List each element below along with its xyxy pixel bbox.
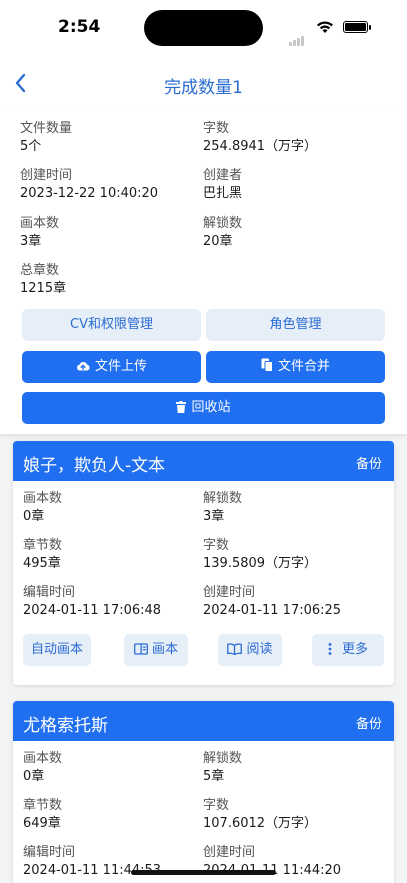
field-value: 0章 (23, 769, 45, 784)
card-field: 创建时间 2024-01-11 17:06:25 (203, 585, 383, 619)
field-value: 254.8941（万字） (203, 139, 318, 154)
field-value: 20章 (203, 234, 233, 249)
dynamic-island (144, 10, 263, 46)
field-label: 画本数 (23, 491, 63, 506)
field-value: 3章 (203, 509, 225, 524)
page-title: 完成数量1 (164, 78, 243, 98)
field-label: 文件数量 (20, 121, 73, 136)
read-button[interactable]: 阅读 (218, 634, 282, 666)
field-label: 画本数 (23, 751, 63, 766)
script-button[interactable]: 画本 (124, 634, 188, 666)
field-value: 649章 (23, 816, 61, 831)
copy-files-icon (261, 358, 273, 372)
card-header: 尤格索托斯 备份 (13, 701, 394, 741)
wifi-icon (317, 21, 333, 33)
card-field: 解锁数 5章 (203, 751, 383, 785)
created-time-field: 创建时间 2023-12-22 10:40:20 (20, 168, 200, 202)
book-card: 娘子，欺负人-文本 备份 画本数 0章 解锁数 3章 章节数 495章 字数 1… (13, 441, 394, 685)
field-value: 139.5809（万字） (203, 556, 318, 571)
role-manage-button[interactable]: 角色管理 (206, 309, 385, 341)
creator-field: 创建者 巴扎黑 (203, 168, 383, 202)
total-chapters-field: 总章数 1215章 (20, 263, 200, 297)
field-label: 字数 (203, 121, 230, 136)
field-value: 2024-01-11 17:06:25 (203, 603, 342, 618)
backup-button[interactable]: 备份 (356, 453, 382, 472)
card-field: 字数 139.5809（万字） (203, 538, 383, 572)
nav-bar: 完成数量1 (0, 58, 407, 108)
field-label: 创建时间 (203, 845, 256, 860)
signal-icon (289, 27, 305, 46)
unlock-count-field: 解锁数 20章 (203, 216, 383, 250)
field-value: 495章 (23, 556, 61, 571)
field-label: 解锁数 (203, 491, 243, 506)
card-field: 画本数 0章 (23, 491, 203, 525)
field-label: 总章数 (20, 263, 60, 278)
file-merge-label: 文件合并 (277, 359, 330, 374)
more-button[interactable]: 更多 (312, 634, 384, 666)
field-label: 字数 (203, 538, 230, 553)
read-label: 阅读 (246, 642, 273, 657)
card-field: 字数 107.6012（万字） (203, 798, 383, 832)
file-merge-button[interactable]: 文件合并 (206, 351, 385, 383)
field-value: 2024-01-11 17:06:48 (23, 603, 162, 618)
recycle-bin-label: 回收站 (191, 400, 231, 415)
field-value: 3章 (20, 234, 42, 249)
field-label: 创建者 (203, 168, 243, 183)
field-label: 编辑时间 (23, 845, 76, 860)
script-label: 画本 (151, 642, 178, 657)
field-label: 解锁数 (203, 216, 243, 231)
status-time: 2:54 (58, 17, 101, 37)
book-card: 尤格索托斯 备份 画本数 0章 解锁数 5章 章节数 649章 字数 107.6… (13, 701, 394, 883)
more-label: 更多 (341, 642, 368, 657)
field-value: 巴扎黑 (203, 186, 243, 201)
field-value: 5个 (20, 139, 42, 154)
card-field: 编辑时间 2024-01-11 17:06:48 (23, 585, 203, 619)
trash-icon (176, 401, 187, 413)
card-field: 章节数 649章 (23, 798, 203, 832)
file-count-field: 文件数量 5个 (20, 121, 200, 155)
field-label: 解锁数 (203, 751, 243, 766)
home-indicator (131, 870, 276, 875)
backup-button[interactable]: 备份 (356, 713, 382, 732)
field-value: 0章 (23, 509, 45, 524)
file-upload-label: 文件上传 (94, 359, 147, 374)
card-field: 解锁数 3章 (203, 491, 383, 525)
card-header: 娘子，欺负人-文本 备份 (13, 441, 394, 481)
word-count-field: 字数 254.8941（万字） (203, 121, 383, 155)
field-label: 章节数 (23, 538, 63, 553)
field-label: 字数 (203, 798, 230, 813)
project-summary: 文件数量 5个 字数 254.8941（万字） 创建时间 2023-12-22 … (0, 108, 407, 434)
field-value: 5章 (203, 769, 225, 784)
field-value: 107.6012（万字） (203, 816, 318, 831)
book-open-icon (134, 643, 148, 655)
script-count-field: 画本数 3章 (20, 216, 200, 250)
auto-script-button[interactable]: 自动画本 (23, 634, 91, 666)
file-upload-button[interactable]: 文件上传 (22, 351, 201, 383)
cv-permission-button[interactable]: CV和权限管理 (22, 309, 201, 341)
field-label: 画本数 (20, 216, 60, 231)
field-value: 2023-12-22 10:40:20 (20, 186, 159, 201)
status-bar: 2:54 (0, 0, 407, 58)
field-label: 章节数 (23, 798, 63, 813)
open-book-icon (227, 643, 243, 656)
card-field: 章节数 495章 (23, 538, 203, 572)
card-title[interactable]: 尤格索托斯 (23, 711, 108, 736)
field-label: 编辑时间 (23, 585, 76, 600)
field-label: 创建时间 (203, 585, 256, 600)
card-title[interactable]: 娘子，欺负人-文本 (23, 451, 165, 476)
battery-icon (343, 21, 371, 33)
more-vertical-icon (328, 643, 332, 655)
field-value: 1215章 (20, 281, 67, 296)
recycle-bin-button[interactable]: 回收站 (22, 392, 385, 424)
field-label: 创建时间 (20, 168, 73, 183)
cloud-upload-icon (77, 361, 90, 371)
card-field: 画本数 0章 (23, 751, 203, 785)
